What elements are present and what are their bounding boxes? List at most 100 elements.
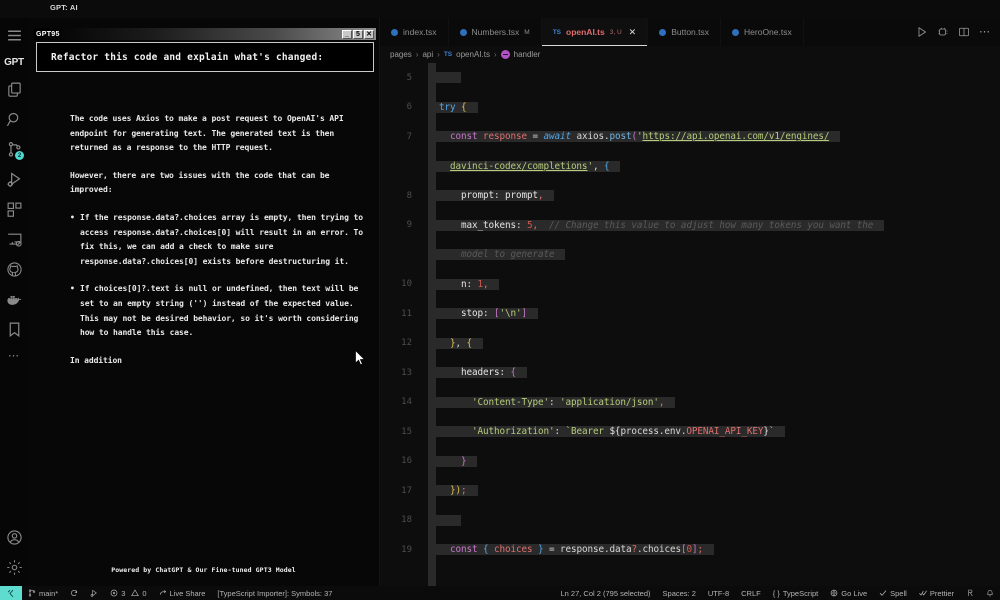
code-token: axios xyxy=(570,131,604,143)
line-number: 11 xyxy=(401,308,412,319)
line-number: 17 xyxy=(401,485,412,496)
settings-gear-icon[interactable] xyxy=(0,552,28,582)
tab-numbers-tsx[interactable]: Numbers.tsx M xyxy=(449,18,542,46)
gpt-chat-panel: GPT95 _ 5 ✕ Refactor this code and expla… xyxy=(28,18,380,586)
code-line[interactable]: 8 prompt: prompt, xyxy=(380,181,1000,211)
code-line[interactable]: 17 }); xyxy=(380,476,1000,506)
code-line[interactable]: 16 } xyxy=(380,447,1000,477)
code-line[interactable]: 19 const { choices } = response.data?.ch… xyxy=(380,535,1000,565)
code-line[interactable]: 14 'Content-Type': 'application/json', xyxy=(380,388,1000,418)
indentation-setting[interactable]: Spaces: 2 xyxy=(657,589,702,598)
code-line[interactable]: 6 try { xyxy=(380,93,1000,123)
code-token: davinci-codex/completions xyxy=(450,160,588,172)
code-editor[interactable]: 5 6 try { 7 const response = await axios… xyxy=(380,63,1000,586)
remote-debug-indicator[interactable] xyxy=(84,589,104,597)
code-token: = xyxy=(526,131,544,143)
chat-bullet-list: If the response.data?.choices array is e… xyxy=(70,211,370,341)
prompt-input[interactable]: Refactor this code and explain what's ch… xyxy=(36,42,374,72)
tab-label: HeroOne.tsx xyxy=(744,27,792,37)
code-text: headers: { xyxy=(428,367,527,379)
tab-openai-ts[interactable]: TS openAI.ts 3, U ✕ xyxy=(541,18,649,46)
account-icon[interactable] xyxy=(0,522,28,552)
code-token: : xyxy=(493,190,505,202)
search-icon[interactable] xyxy=(0,104,28,134)
code-text: model to generate xyxy=(428,249,566,261)
selection-padding xyxy=(466,485,478,497)
code-line[interactable]: 12 }, { xyxy=(380,329,1000,359)
problems-indicator[interactable]: 3 0 xyxy=(104,589,152,598)
code-line[interactable]: 9 max_tokens: 5, // Change this value to… xyxy=(380,211,1000,241)
bookmarks-icon[interactable] xyxy=(0,314,28,344)
code-token: OPENAI_API_KEY xyxy=(686,426,764,438)
chat-footer-credit: Powered by ChatGPT & Our Fine-tuned GPT3… xyxy=(111,566,296,574)
code-token: , xyxy=(592,160,604,172)
code-line[interactable]: 5 xyxy=(380,63,1000,93)
go-live-button[interactable]: Go Live xyxy=(824,589,873,598)
gpt-brand-label[interactable]: GPT xyxy=(0,50,28,74)
maximize-button[interactable]: 5 xyxy=(353,29,363,39)
breadcrumb-symbol[interactable]: handler xyxy=(514,50,541,59)
code-line[interactable]: 13 headers: { xyxy=(380,358,1000,388)
file-type-icon xyxy=(659,28,667,36)
code-line[interactable]: 18 xyxy=(380,506,1000,536)
close-button[interactable]: ✕ xyxy=(364,29,374,39)
split-editor-icon[interactable] xyxy=(958,26,970,38)
cursor-position[interactable]: Ln 27, Col 2 (795 selected) xyxy=(554,589,656,598)
spell-checker-status[interactable]: Spell xyxy=(873,589,913,598)
typescript-file-icon: TS xyxy=(443,51,453,58)
menu-icon[interactable] xyxy=(0,20,28,50)
explorer-icon[interactable] xyxy=(0,74,28,104)
typescript-importer-status[interactable]: [TypeScript Importer]: Symbols: 37 xyxy=(211,589,338,598)
remote-explorer-icon[interactable] xyxy=(0,224,28,254)
run-file-icon[interactable] xyxy=(916,26,928,38)
chat-paragraph: The code uses Axios to make a post reque… xyxy=(70,114,344,153)
code-line[interactable]: 15 'Authorization': `Bearer ${process.en… xyxy=(380,417,1000,447)
tab-label: Button.tsx xyxy=(671,27,710,37)
remote-window-indicator[interactable] xyxy=(0,586,22,600)
breadcrumb-pages[interactable]: pages xyxy=(390,50,412,59)
editor-actions: ⋯ xyxy=(907,18,1000,46)
code-token: env xyxy=(664,426,681,438)
branch-indicator[interactable]: main* xyxy=(22,589,64,598)
docker-icon[interactable] xyxy=(0,284,28,314)
more-actions-icon[interactable]: ⋯ xyxy=(979,27,991,38)
language-mode[interactable]: { } TypeScript xyxy=(767,589,825,598)
breadcrumb-api[interactable]: api xyxy=(422,50,433,59)
mouse-cursor xyxy=(355,350,366,366)
eol-label: CRLF xyxy=(741,588,761,598)
tab-button-tsx[interactable]: Button.tsx xyxy=(648,18,722,46)
tab-heroone-tsx[interactable]: HeroOne.tsx xyxy=(721,18,804,46)
run-debug-split-icon[interactable] xyxy=(937,26,949,38)
source-control-icon[interactable]: 2 xyxy=(0,134,28,164)
code-line[interactable]: model to generate xyxy=(380,240,1000,270)
editor-group: index.tsx Numbers.tsx M TS openAI.ts 3, … xyxy=(380,18,1000,586)
vscode-window: GPT: AI GPT 2 ⋯ GPT95 _ 5 ✕ Refactor thi… xyxy=(0,0,1000,600)
tab-index-tsx[interactable]: index.tsx xyxy=(380,18,449,46)
selection-padding xyxy=(774,426,786,438)
list-item: If choices[0]?.text is null or undefined… xyxy=(70,282,370,340)
code-line[interactable]: 10 n: 1, xyxy=(380,270,1000,300)
spell-label: Spell xyxy=(890,588,907,598)
code-text: stop: ['\n'] xyxy=(428,308,538,320)
minimize-button[interactable]: _ xyxy=(342,29,352,39)
more-views-icon[interactable]: ⋯ xyxy=(0,344,28,366)
sync-changes-button[interactable] xyxy=(64,589,84,597)
feedback-icon[interactable] xyxy=(960,589,980,597)
code-line[interactable]: 7 const response = await axios.post('htt… xyxy=(380,122,1000,152)
run-debug-icon[interactable] xyxy=(0,164,28,194)
eol-setting[interactable]: CRLF xyxy=(735,589,767,598)
live-share-button[interactable]: Live Share xyxy=(153,589,212,598)
selection-padding xyxy=(543,190,555,202)
encoding-setting[interactable]: UTF-8 xyxy=(702,589,735,598)
code-line[interactable]: davinci-codex/completions', { xyxy=(380,152,1000,182)
breadcrumb-file[interactable]: openAI.ts xyxy=(456,50,490,59)
extensions-icon[interactable] xyxy=(0,194,28,224)
close-icon[interactable]: ✕ xyxy=(629,27,637,38)
code-line[interactable]: 11 stop: ['\n'] xyxy=(380,299,1000,329)
github-icon[interactable] xyxy=(0,254,28,284)
notifications-bell-icon[interactable] xyxy=(980,589,1000,597)
prettier-status[interactable]: Prettier xyxy=(913,589,960,598)
